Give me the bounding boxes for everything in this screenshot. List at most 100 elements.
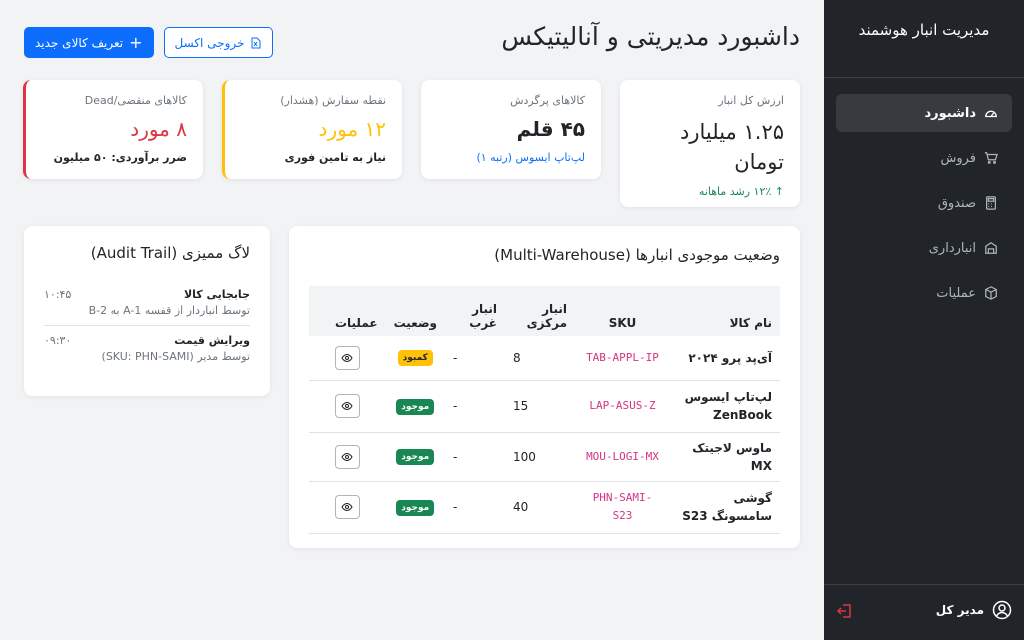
view-button[interactable] xyxy=(334,495,360,519)
product-name: لپ‌تاپ ایسوس ZenBook xyxy=(670,380,780,433)
product-sku: LAP-ASUS-Z xyxy=(575,380,670,433)
stat-label: نقطه سفارش (هشدار) xyxy=(280,94,386,107)
product-name: آی‌پد پرو ۲۰۲۴ xyxy=(670,336,780,381)
table-row: لپ‌تاپ ایسوس ZenBook LAP-ASUS-Z 15 - موج… xyxy=(309,380,780,433)
status-badge: موجود xyxy=(396,499,435,516)
plus-icon: + xyxy=(129,32,143,52)
stat-card-reorder-warning: نقطه سفارش (هشدار) ۱۲ مورد نیاز به تامین… xyxy=(222,80,402,179)
user-name: مدیر کل xyxy=(935,602,984,617)
stat-card-dead-stock: کالاهای منقضی/Dead ۸ مورد ضرر برآوردی: ۵… xyxy=(23,80,203,179)
stat-value: ۱۲ مورد xyxy=(318,117,386,141)
logout-button[interactable] xyxy=(836,602,854,624)
brand-title: مدیریت انبار هوشمند xyxy=(824,0,1024,78)
speedometer-icon xyxy=(985,110,997,118)
qty-west: - xyxy=(445,336,505,381)
stat-sub: نیاز به تامین فوری xyxy=(284,151,386,164)
log-time: ۰۹:۳۰ xyxy=(44,334,72,347)
inventory-title: وضعیت موجودی انبارها (Multi-Warehouse) xyxy=(494,246,780,264)
main-content: داشبورد مدیریتی و آنالیتیکس + تعریف کالا… xyxy=(23,0,800,640)
sidebar-item-label: انبارداری xyxy=(928,240,976,256)
stat-label: کالاهای پرگردش xyxy=(510,94,585,107)
eye-icon xyxy=(341,502,353,512)
status-cell: موجود xyxy=(385,481,445,534)
status-cell: کمبود xyxy=(385,336,445,381)
page-header: داشبورد مدیریتی و آنالیتیکس + تعریف کالا… xyxy=(24,22,800,62)
qty-central: 40 xyxy=(505,481,575,534)
cart-icon xyxy=(984,152,998,164)
stat-sub-link[interactable]: لپ‌تاپ ایسوس (رتبه ۱) xyxy=(437,151,585,164)
eye-icon xyxy=(341,401,353,411)
list-item: ویرایش قیمت توسط مدیر (SKU: PHN-SAMI) ۰۹… xyxy=(44,334,250,371)
stat-card-total-value: ارزش کل انبار ۱.۲۵ میلیارد تومان ↑ ۱۲٪ ر… xyxy=(620,80,800,207)
stat-label: ارزش کل انبار xyxy=(718,94,784,107)
col-sku: SKU xyxy=(575,286,670,336)
stat-value: ۱.۲۵ میلیارد تومان xyxy=(680,120,784,174)
status-cell: موجود xyxy=(385,380,445,433)
table-row: آی‌پد پرو ۲۰۲۴ TAB-APPL-IP 8 - کمبود xyxy=(309,336,780,381)
view-button[interactable] xyxy=(334,345,360,370)
stat-value: ۸ مورد xyxy=(130,117,187,141)
view-button[interactable] xyxy=(334,444,360,469)
calculator-icon xyxy=(986,196,996,210)
log-desc: توسط مدیر (SKU: PHN-SAMI) xyxy=(101,350,250,363)
qty-central: 100 xyxy=(505,432,575,482)
stat-sub: ضرر برآوردی: ۵۰ میلیون xyxy=(53,151,187,164)
user-profile[interactable]: مدیر کل xyxy=(936,600,1012,620)
qty-central: 15 xyxy=(505,380,575,433)
inventory-card: وضعیت موجودی انبارها (Multi-Warehouse) ن… xyxy=(289,226,800,548)
col-west: انبار غرب xyxy=(445,286,505,336)
sidebar-footer: مدیر کل xyxy=(824,584,1024,640)
qty-west: - xyxy=(445,481,505,534)
box-icon xyxy=(985,286,997,300)
qty-west: - xyxy=(445,380,505,433)
view-button[interactable] xyxy=(334,394,360,418)
audit-card: لاگ ممیزی (Audit Trail) جابجایی کالا توس… xyxy=(24,226,270,396)
new-item-label: تعریف کالای جدید xyxy=(35,35,124,50)
log-title: جابجایی کالا xyxy=(183,288,250,301)
actions-cell xyxy=(309,336,386,381)
logout-icon xyxy=(836,603,851,618)
actions-cell xyxy=(309,380,386,433)
status-badge: موجود xyxy=(396,398,435,415)
stat-label: کالاهای منقضی/Dead xyxy=(84,94,187,107)
col-name: نام کالا xyxy=(670,286,780,336)
stat-sub: ↑ ۱۲٪ رشد ماهانه xyxy=(698,185,784,198)
log-desc: توسط انباردار از قفسه A-1 به B-2 xyxy=(88,304,250,317)
product-name: گوشی سامسونگ S23 xyxy=(670,481,780,534)
status-cell: موجود xyxy=(385,432,445,482)
audit-title: لاگ ممیزی (Audit Trail) xyxy=(90,244,250,262)
qty-central: 8 xyxy=(505,336,575,381)
actions-cell xyxy=(309,432,386,482)
sidebar-item-label: فروش xyxy=(940,150,976,166)
sidebar-item-sales[interactable]: فروش xyxy=(836,139,1012,177)
excel-export-button[interactable]: خروجی اکسل xyxy=(163,27,274,58)
new-item-button[interactable]: + تعریف کالای جدید xyxy=(24,27,154,58)
sidebar-item-warehouse[interactable]: انبارداری xyxy=(836,229,1012,267)
list-item: جابجایی کالا توسط انباردار از قفسه A-1 ب… xyxy=(44,288,250,326)
product-sku: MOU-LOGI-MX xyxy=(575,432,670,482)
product-sku: TAB-APPL-IP xyxy=(575,336,670,381)
sidebar-item-operations[interactable]: عملیات xyxy=(836,274,1012,312)
sidebar-nav: داشبورد فروش صندوق انبارداری عملیات xyxy=(824,78,1024,335)
sidebar-item-dashboard[interactable]: داشبورد xyxy=(836,94,1012,132)
product-name: ماوس لاجیتک MX xyxy=(670,432,780,482)
log-title: ویرایش قیمت xyxy=(174,334,250,347)
col-central: انبار مرکزی xyxy=(505,286,575,336)
product-sku: PHN-SAMI-S23 xyxy=(575,481,670,534)
eye-icon xyxy=(341,353,353,362)
table-row: گوشی سامسونگ S23 PHN-SAMI-S23 40 - موجود xyxy=(309,481,780,534)
stats-row: ارزش کل انبار ۱.۲۵ میلیارد تومان ↑ ۱۲٪ ر… xyxy=(23,80,800,208)
excel-export-label: خروجی اکسل xyxy=(174,35,245,50)
sidebar-item-label: داشبورد xyxy=(924,105,976,121)
page-title: داشبورد مدیریتی و آنالیتیکس xyxy=(501,22,800,51)
stat-value: ۴۵ قلم xyxy=(516,117,585,141)
eye-icon xyxy=(341,452,353,461)
sidebar: مدیریت انبار هوشمند داشبورد فروش صندوق ا… xyxy=(824,0,1024,640)
col-actions: عملیات xyxy=(309,286,386,336)
inventory-table: نام کالا SKU انبار مرکزی انبار غرب وضعیت… xyxy=(309,286,780,534)
user-circle-icon xyxy=(992,600,1012,619)
stat-card-top-sellers: کالاهای پرگردش ۴۵ قلم لپ‌تاپ ایسوس (رتبه… xyxy=(421,80,601,179)
boxes-icon xyxy=(985,242,997,254)
sidebar-item-cashbox[interactable]: صندوق xyxy=(836,184,1012,222)
sidebar-item-label: عملیات xyxy=(936,285,976,301)
